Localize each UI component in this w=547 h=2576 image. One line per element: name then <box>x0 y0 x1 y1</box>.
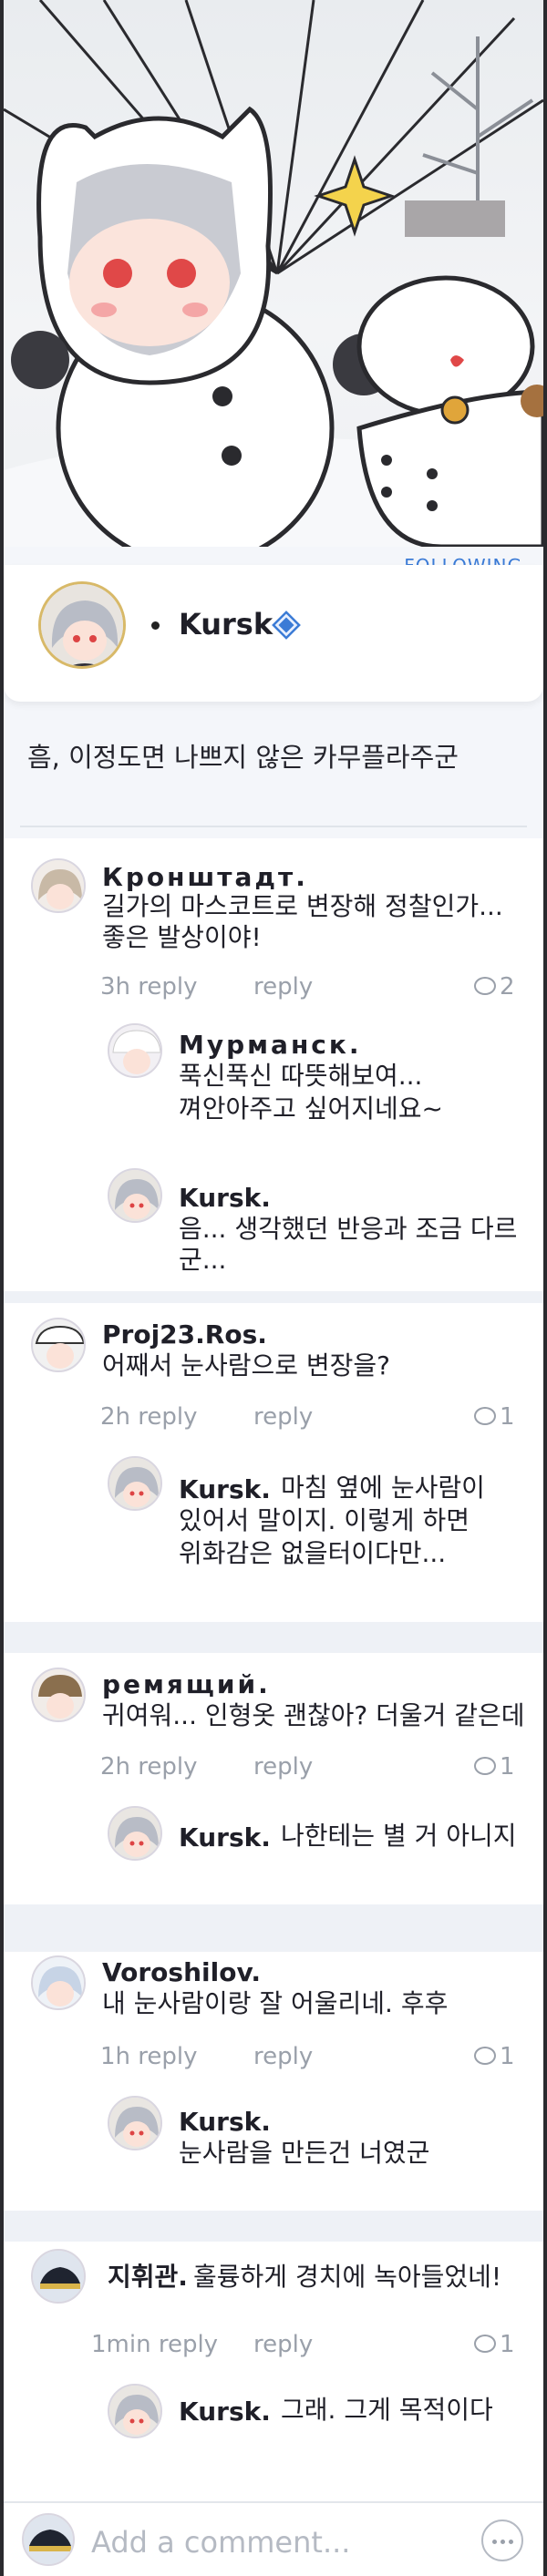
comment-time: 1min reply <box>91 2331 219 2358</box>
replier-name[interactable]: Kursk. <box>179 2107 271 2137</box>
commenter-name[interactable]: Voroshilov. <box>102 1957 261 1987</box>
comment-bubble-icon <box>474 1756 496 1775</box>
reply-count[interactable]: 1 <box>474 2043 515 2070</box>
comment-input[interactable]: Add a comment... <box>91 2525 350 2560</box>
comment-text: 길가의 마스코트로 변장해 정찰인가... <box>102 891 503 921</box>
comment-thread: ремящий. 귀여워... 인형옷 괜찮아? 더울거 같은데 2h repl… <box>4 1653 543 1904</box>
profile-avatar[interactable] <box>38 581 126 669</box>
reply-text: 있어서 말이지. 이렇게 하면 <box>179 1505 470 1535</box>
replier-name[interactable]: Мурманск. <box>179 1030 362 1060</box>
reply-count[interactable]: 1 <box>474 1403 515 1431</box>
comment-text: 내 눈사람이랑 잘 어울리네. 후후 <box>102 1988 449 2018</box>
reply-button[interactable]: reply <box>253 1753 313 1781</box>
reply-count[interactable]: 2 <box>474 973 515 1001</box>
comment-text: 귀여워... 인형옷 괜찮아? 더울거 같은데 <box>102 1700 525 1730</box>
reply-avatar[interactable] <box>108 1806 162 1861</box>
comment-thread: 지휘관. 훌륭하게 경치에 녹아들었네! 1min reply reply 1 … <box>4 2242 543 2501</box>
profile-card: Kursk <box>4 565 543 702</box>
comment-bubble-icon <box>474 976 496 995</box>
reply-count-value: 1 <box>500 2331 515 2358</box>
comment-time: 2h reply <box>100 1403 198 1431</box>
reply-count-value: 1 <box>500 1403 515 1431</box>
comment-input-bar: Add a comment... <box>4 2501 543 2576</box>
verified-badge-icon <box>272 611 301 640</box>
reply-count-value: 2 <box>500 973 515 1001</box>
more-dots-icon[interactable] <box>481 2520 523 2561</box>
reply-avatar[interactable] <box>108 1456 162 1511</box>
comment-bubble-icon <box>474 2334 496 2353</box>
reply-avatar[interactable] <box>108 2096 162 2150</box>
reply-text: 위화감은 없을터이다만... <box>179 1538 447 1568</box>
reply-text: 푹신푹신 따뜻해보여... <box>179 1061 423 1091</box>
replier-name[interactable]: Kursk. <box>179 1183 271 1213</box>
comment-thread: Кронштадт. 길가의 마스코트로 변장해 정찰인가... 좋은 발상이야… <box>4 838 543 1291</box>
thread-separator <box>4 1622 543 1653</box>
reply-button[interactable]: reply <box>253 2331 313 2358</box>
reply-avatar[interactable] <box>108 1168 162 1223</box>
thread-separator <box>4 2211 543 2242</box>
reply-text: 그래. 그게 목적이다 <box>281 2395 493 2425</box>
name-bullet <box>151 621 160 630</box>
reply-avatar[interactable] <box>108 1023 162 1078</box>
reply-count[interactable]: 1 <box>474 1753 515 1781</box>
commenter-avatar[interactable] <box>31 1668 86 1722</box>
my-avatar[interactable] <box>22 2513 75 2566</box>
comment-bubble-icon <box>474 2046 496 2065</box>
commenter-name[interactable]: Кронштадт. <box>102 862 308 892</box>
comment-bubble-icon <box>474 1406 496 1425</box>
comment-text: 어째서 눈사람으로 변장을? <box>102 1350 391 1380</box>
header-illustration <box>4 0 543 547</box>
comment-text: 좋은 발상이야! <box>102 922 262 952</box>
reply-text: 눈사람을 만든건 너였군 <box>179 2138 430 2168</box>
comment-time: 2h reply <box>100 1753 198 1781</box>
reply-text: 나한테는 별 거 아니지 <box>281 1821 517 1851</box>
post-text: 흠, 이정도면 나쁘지 않은 카무플라주군 <box>27 742 459 773</box>
comment-thread: Voroshilov. 내 눈사람이랑 잘 어울리네. 후후 1h reply … <box>4 1952 543 2211</box>
commenter-avatar[interactable] <box>31 858 86 913</box>
commenter-avatar[interactable] <box>31 2249 86 2304</box>
thread-separator <box>4 1291 543 1303</box>
comment-thread: Proj23.Ros. 어째서 눈사람으로 변장을? 2h reply repl… <box>4 1303 543 1622</box>
reply-avatar[interactable] <box>108 2384 162 2438</box>
commenter-name[interactable]: ремящий. <box>102 1669 271 1699</box>
reply-text: 마침 옆에 눈사람이 <box>281 1473 485 1503</box>
profile-name[interactable]: Kursk <box>179 607 273 641</box>
commenter-avatar[interactable] <box>31 1955 86 2010</box>
reply-text: 음... 생각했던 반응과 조금 다르군... <box>179 1214 518 1275</box>
replier-name[interactable]: Kursk. <box>179 1822 271 1852</box>
reply-button[interactable]: reply <box>253 1403 313 1431</box>
commenter-name[interactable]: Proj23.Ros. <box>102 1319 267 1350</box>
reply-count-value: 1 <box>500 1753 515 1781</box>
comment-time: 3h reply <box>100 973 198 1001</box>
commenter-name[interactable]: 지휘관. <box>108 2262 188 2293</box>
reply-count[interactable]: 1 <box>474 2331 515 2358</box>
divider <box>20 826 527 827</box>
commenter-avatar[interactable] <box>31 1318 86 1372</box>
reply-count-value: 1 <box>500 2043 515 2070</box>
thread-separator <box>4 1904 543 1952</box>
replier-name[interactable]: Kursk. <box>179 1474 271 1504</box>
reply-button[interactable]: reply <box>253 973 313 1001</box>
replier-name[interactable]: Kursk. <box>179 2396 271 2427</box>
reply-text: 껴안아주고 싶어지네요~ <box>179 1093 443 1124</box>
comment-time: 1h reply <box>100 2043 198 2070</box>
comment-text: 훌륭하게 경치에 녹아들었네! <box>193 2262 502 2292</box>
reply-button[interactable]: reply <box>253 2043 313 2070</box>
